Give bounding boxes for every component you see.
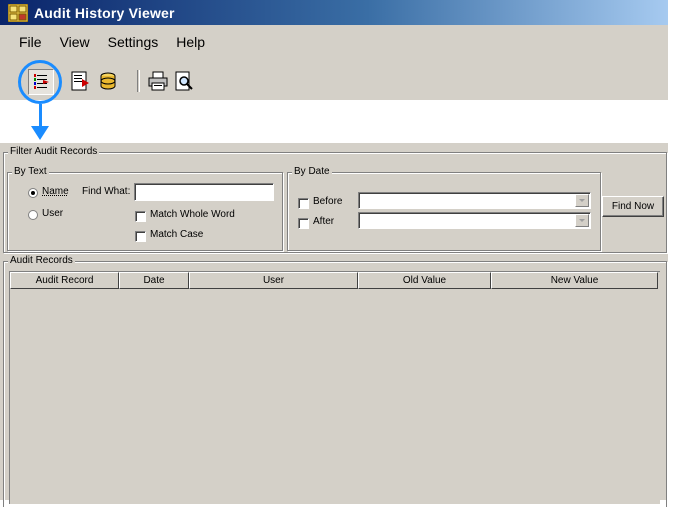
highlight-circle — [18, 60, 62, 104]
database-icon — [100, 72, 116, 90]
menu-view[interactable]: View — [60, 32, 90, 52]
by-date-label: By Date — [292, 166, 332, 177]
menu-help[interactable]: Help — [176, 32, 205, 52]
before-date-combo[interactable] — [358, 192, 591, 209]
title-bar: Audit History Viewer — [0, 0, 668, 25]
user-radio[interactable] — [28, 210, 38, 220]
column-header-new-value[interactable]: New Value — [491, 272, 658, 289]
before-label[interactable]: Before — [313, 196, 342, 207]
find-what-label: Find What: — [82, 186, 131, 197]
after-checkbox[interactable] — [298, 218, 309, 229]
menu-settings[interactable]: Settings — [108, 32, 159, 52]
column-header-old-value[interactable]: Old Value — [358, 272, 491, 289]
pointer-arrow-head — [31, 126, 49, 140]
toolbar-separator — [137, 70, 140, 92]
filter-group-label: Filter Audit Records — [8, 146, 100, 157]
app-icon — [7, 3, 29, 22]
find-what-input[interactable] — [134, 183, 274, 201]
menu-bar: File View Settings Help — [0, 25, 668, 58]
match-whole-word-checkbox[interactable] — [135, 211, 146, 222]
after-date-combo[interactable] — [358, 212, 591, 229]
column-header-audit-record[interactable]: Audit Record — [10, 272, 119, 289]
after-dropdown-button[interactable] — [575, 214, 589, 227]
before-checkbox[interactable] — [298, 198, 309, 209]
name-radio[interactable] — [28, 188, 38, 198]
menu-file[interactable]: File — [19, 32, 42, 52]
export-report-icon — [71, 71, 89, 91]
find-now-button[interactable]: Find Now — [602, 196, 664, 217]
user-radio-label[interactable]: User — [42, 208, 63, 219]
print-toolbar-button[interactable] — [146, 69, 170, 93]
main-panel: Filter Audit Records By Text Name Find W… — [0, 143, 668, 507]
print-preview-toolbar-button[interactable] — [172, 69, 196, 93]
match-case-checkbox[interactable] — [135, 231, 146, 242]
name-radio-label[interactable]: Name — [42, 186, 69, 197]
column-header-user[interactable]: User — [189, 272, 358, 289]
filter-group: Filter Audit Records By Text Name Find W… — [3, 146, 667, 253]
chevron-down-icon — [579, 219, 585, 222]
column-header-date[interactable]: Date — [119, 272, 189, 289]
audit-records-table[interactable]: Audit Record Date User Old Value New Val… — [9, 271, 660, 504]
database-toolbar-button[interactable] — [96, 69, 120, 93]
table-header: Audit Record Date User Old Value New Val… — [10, 272, 658, 289]
toolbar — [0, 58, 668, 100]
by-date-group: By Date Before After — [287, 166, 601, 251]
before-dropdown-button[interactable] — [575, 194, 589, 207]
match-case-label[interactable]: Match Case — [150, 229, 203, 240]
match-whole-word-label[interactable]: Match Whole Word — [150, 209, 235, 220]
print-preview-icon — [175, 71, 193, 91]
audit-records-label: Audit Records — [8, 255, 75, 266]
by-text-group: By Text Name Find What: User Match Whole… — [7, 166, 283, 251]
chevron-down-icon — [579, 199, 585, 202]
window-title: Audit History Viewer — [34, 4, 175, 21]
after-label[interactable]: After — [313, 216, 334, 227]
export-toolbar-button[interactable] — [68, 69, 92, 93]
pointer-arrow — [39, 104, 42, 127]
by-text-label: By Text — [12, 166, 49, 177]
printer-icon — [148, 71, 168, 91]
